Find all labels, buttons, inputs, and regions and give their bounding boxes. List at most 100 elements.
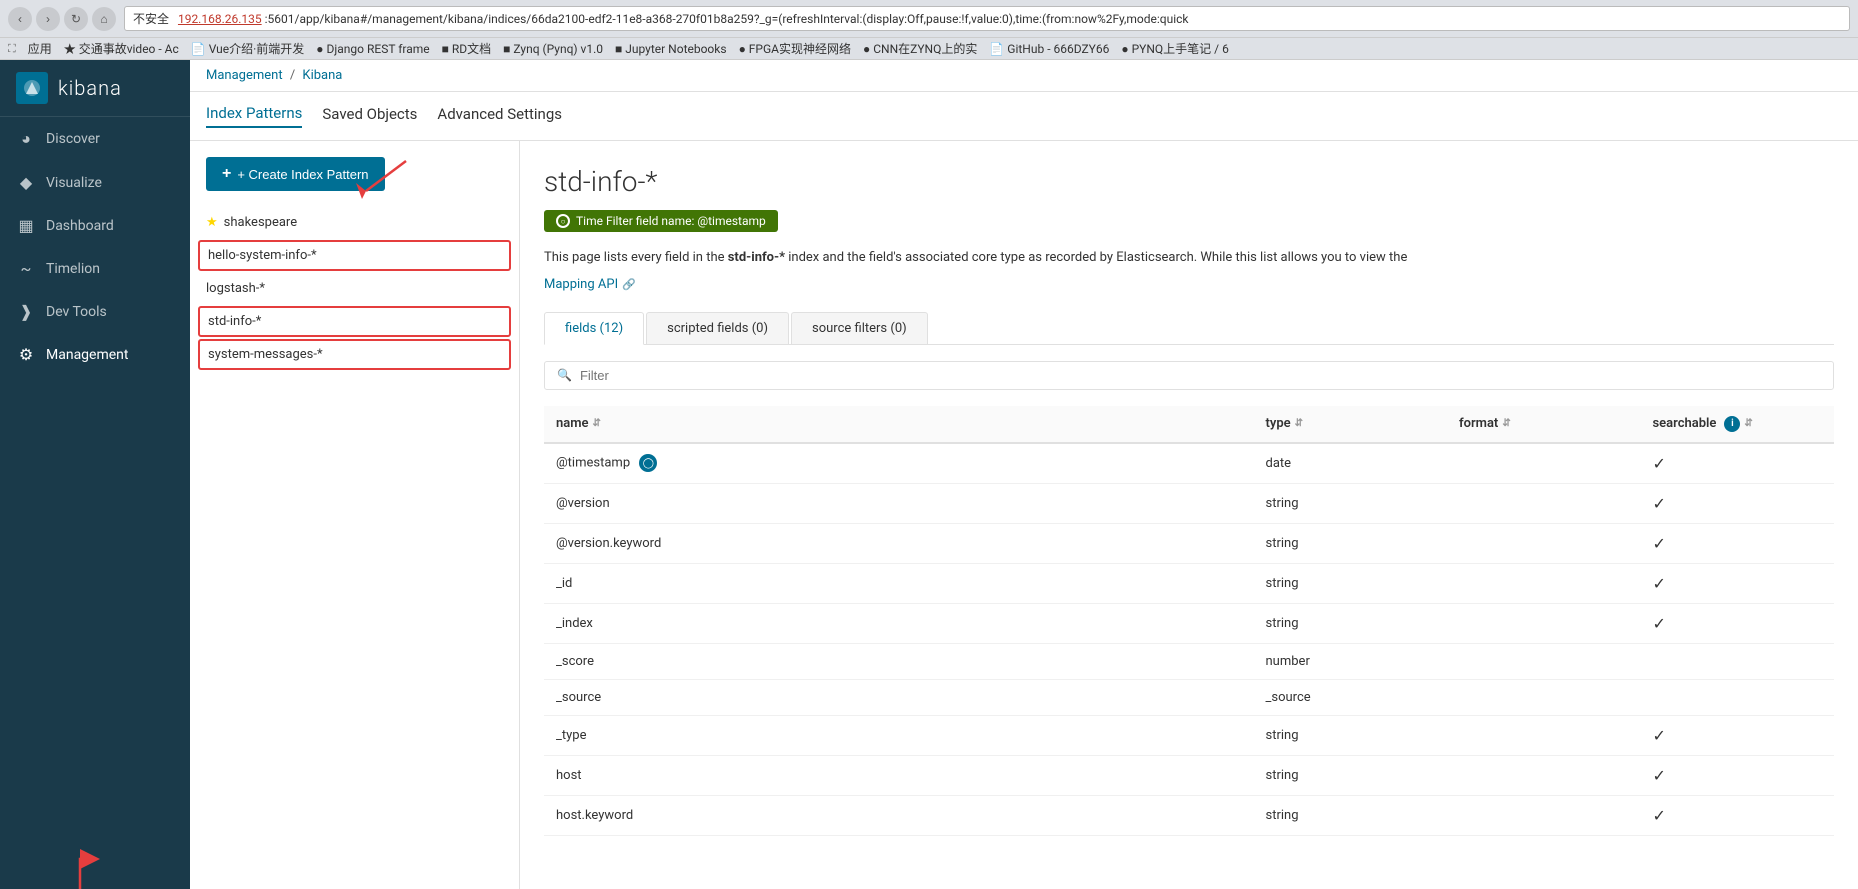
tab-scripted-fields[interactable]: scripted fields (0) [646, 312, 789, 344]
index-item-system-messages-label: system-messages-* [208, 347, 323, 362]
star-icon: ★ [206, 215, 218, 230]
table-row: @version.keyword string ✓ [544, 523, 1834, 563]
cell-searchable: ✓ [1641, 443, 1835, 484]
index-item-std-info[interactable]: std-info-* [198, 306, 511, 337]
field-name: _source [556, 690, 601, 705]
bookmark-1[interactable]: ★ 交通事故video - Ac [64, 40, 179, 57]
sidebar-item-dashboard[interactable]: ▦ Dashboard [0, 204, 190, 247]
bookmark-5[interactable]: ■ Zynq (Pynq) v1.0 [503, 42, 603, 56]
cell-name: _source [544, 679, 1254, 715]
tab-fields[interactable]: fields (12) [544, 312, 644, 345]
table-row: @timestamp ◯ date ✓ [544, 443, 1834, 484]
type-sort-button[interactable]: type ⇵ [1266, 416, 1436, 431]
index-description: This page lists every field in the std-i… [544, 248, 1834, 269]
sidebar-item-discover[interactable]: ◕ Discover [0, 117, 190, 161]
index-item-system-messages[interactable]: system-messages-* [198, 339, 511, 370]
bookmark-3[interactable]: ● Django REST frame [316, 42, 429, 56]
address-bar[interactable]: 不安全 192.168.26.135 :5601/app/kibana#/man… [124, 6, 1850, 31]
field-name: @version.keyword [556, 536, 661, 551]
bookmark-6[interactable]: ■ Jupyter Notebooks [615, 42, 727, 56]
cell-name: _type [544, 715, 1254, 755]
cell-name: _index [544, 603, 1254, 643]
bookmark-apps[interactable]: 应用 [28, 40, 52, 57]
cell-type: string [1254, 483, 1448, 523]
sidebar: kibana ◕ Discover ◆ Visualize ▦ Dashboar… [0, 60, 190, 889]
cell-type: string [1254, 563, 1448, 603]
tab-index-patterns[interactable]: Index Patterns [206, 104, 302, 128]
searchable-sort-icon: ⇵ [1744, 418, 1752, 429]
cell-name: @version [544, 483, 1254, 523]
field-name: _score [556, 654, 594, 669]
cell-format [1447, 795, 1641, 835]
time-filter-badge: ○ Time Filter field name: @timestamp [544, 210, 778, 232]
home-button[interactable]: ⌂ [92, 7, 116, 31]
breadcrumb-separator: / [290, 68, 299, 83]
sidebar-item-management[interactable]: ⚙ Management [0, 333, 190, 376]
field-name: _type [556, 728, 586, 743]
index-item-hello-system-info[interactable]: hello-system-info-* [198, 240, 511, 271]
bookmark-2[interactable]: 📄 Vue介绍·前端开发 [191, 40, 305, 57]
clock-icon: ○ [556, 214, 570, 228]
top-navigation: Index Patterns Saved Objects Advanced Se… [190, 92, 1858, 141]
searchable-checkmark: ✓ [1653, 766, 1666, 785]
table-row: _score number [544, 643, 1834, 679]
sidebar-logo-text: kibana [58, 76, 122, 100]
browser-chrome: ‹ › ↻ ⌂ 不安全 192.168.26.135 :5601/app/kib… [0, 0, 1858, 38]
reload-button[interactable]: ↻ [64, 7, 88, 31]
field-tabs: fields (12) scripted fields (0) source f… [544, 312, 1834, 345]
filter-bar: 🔍 [544, 361, 1834, 390]
filter-input[interactable] [580, 368, 1821, 383]
cell-name: host [544, 755, 1254, 795]
sidebar-item-management-label: Management [46, 347, 128, 363]
right-panel: std-info-* ○ Time Filter field name: @ti… [520, 141, 1858, 889]
sidebar-logo: kibana [0, 60, 190, 117]
main-content: Management / Kibana Index Patterns Saved… [190, 60, 1858, 889]
index-item-logstash[interactable]: logstash-* [190, 273, 519, 304]
name-sort-button[interactable]: name ⇵ [556, 416, 1242, 431]
breadcrumb-management[interactable]: Management [206, 68, 283, 83]
field-name: @version [556, 496, 610, 511]
bookmark-7[interactable]: ● FPGA实现神经网络 [739, 40, 851, 57]
type-sort-icon: ⇵ [1295, 418, 1303, 429]
name-sort-icon: ⇵ [593, 418, 601, 429]
table-header-row: name ⇵ type ⇵ [544, 406, 1834, 443]
cell-name: @version.keyword [544, 523, 1254, 563]
mapping-api-link[interactable]: Mapping API 🔗 [544, 277, 1834, 292]
security-label: 不安全 [133, 12, 169, 26]
index-list: ★ shakespeare hello-system-info-* logsta… [190, 207, 519, 370]
type-column-label: type [1266, 416, 1291, 431]
timestamp-icon: ◯ [639, 454, 657, 472]
forward-button[interactable]: › [36, 7, 60, 31]
cell-searchable [1641, 679, 1835, 715]
bookmark-9[interactable]: 📄 GitHub - 666DZY66 [989, 42, 1109, 56]
breadcrumb-kibana[interactable]: Kibana [302, 68, 342, 83]
searchable-info-icon[interactable]: i [1724, 416, 1740, 432]
cell-format [1447, 715, 1641, 755]
sidebar-item-devtools[interactable]: ❱ Dev Tools [0, 290, 190, 333]
searchable-sort-button[interactable]: searchable i ⇵ [1653, 416, 1823, 432]
sidebar-item-devtools-label: Dev Tools [46, 304, 107, 320]
sidebar-item-timelion[interactable]: ~ Timelion [0, 247, 190, 290]
format-sort-button[interactable]: format ⇵ [1459, 416, 1629, 431]
bookmark-8[interactable]: ● CNN在ZYNQ上的实 [863, 40, 977, 57]
back-button[interactable]: ‹ [8, 7, 32, 31]
cell-format [1447, 679, 1641, 715]
cell-searchable: ✓ [1641, 483, 1835, 523]
cell-type: string [1254, 715, 1448, 755]
sidebar-item-visualize-label: Visualize [46, 175, 102, 191]
discover-icon: ◕ [16, 129, 36, 149]
table-row: @version string ✓ [544, 483, 1834, 523]
index-item-std-info-label: std-info-* [208, 314, 261, 329]
format-column-label: format [1459, 416, 1498, 431]
name-column-label: name [556, 416, 589, 431]
bookmark-10[interactable]: ● PYNQ上手笔记 / 6 [1121, 40, 1228, 57]
bookmark-4[interactable]: ■ RD文档 [442, 40, 492, 57]
column-header-format: format ⇵ [1447, 406, 1641, 443]
tab-advanced-settings[interactable]: Advanced Settings [437, 105, 562, 127]
tab-saved-objects[interactable]: Saved Objects [322, 105, 417, 127]
tab-source-filters[interactable]: source filters (0) [791, 312, 928, 344]
bookmarks-bar: ⛶ 应用 ★ 交通事故video - Ac 📄 Vue介绍·前端开发 ● Dja… [0, 38, 1858, 60]
cell-searchable: ✓ [1641, 755, 1835, 795]
cell-name: _score [544, 643, 1254, 679]
sidebar-item-visualize[interactable]: ◆ Visualize [0, 161, 190, 204]
